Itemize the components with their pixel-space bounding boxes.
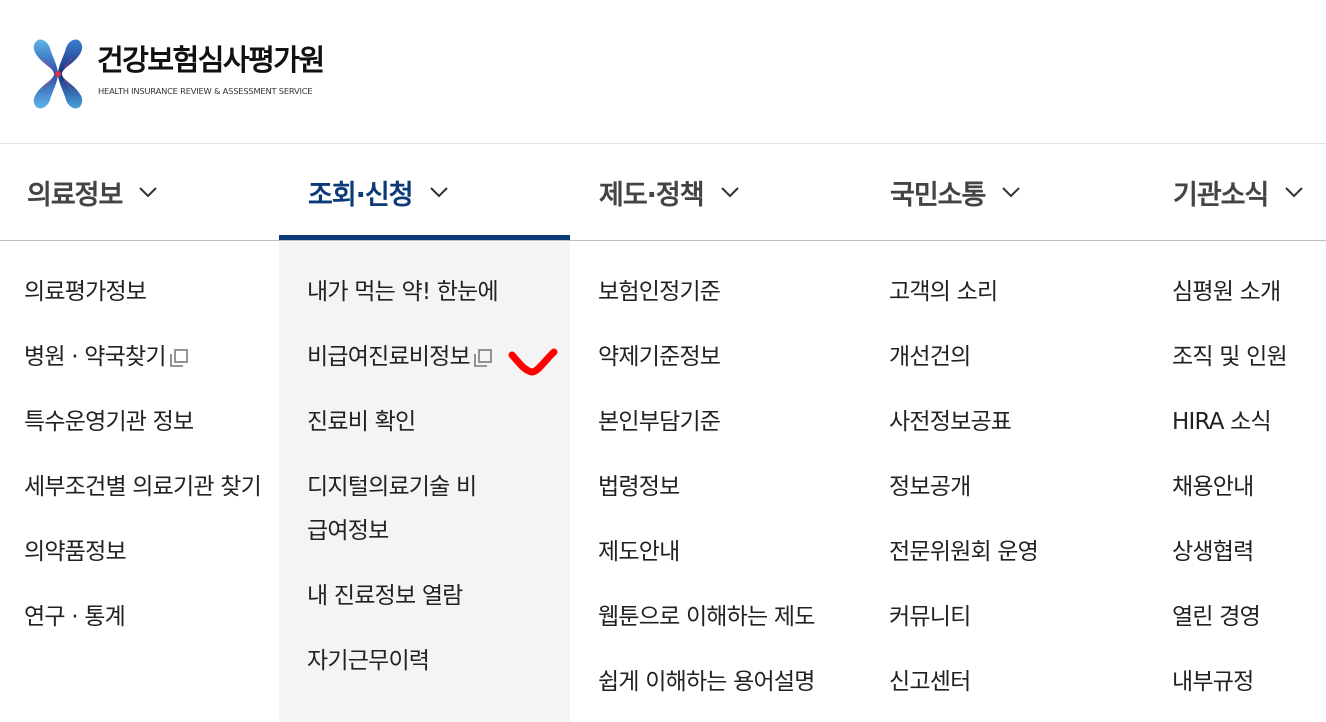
site-header: 건강보험심사평가원 HEALTH INSURANCE REVIEW & ASSE… [0,0,1326,144]
submenu-item-label: 연구 · 통계 [24,604,126,630]
submenu-item[interactable]: 본인부담기준 [598,400,868,444]
nav-menu-label: 제도·정책 [599,179,705,211]
submenu-item[interactable]: 내가 먹는 약! 한눈에 [307,270,557,314]
submenu-item[interactable]: 전문위원회 운영 [889,530,1149,574]
submenu-item-label: 약제기준정보 [598,344,721,370]
submenu-item-label: 웹툰으로 이해하는 제도 [598,604,815,630]
submenu-item[interactable]: 보험인정기준 [598,270,868,314]
submenu-item[interactable]: 특수운영기관 정보 [24,400,264,444]
submenu-item[interactable]: 상생협력 [1172,530,1322,574]
submenu-item-label: 상생협력 [1172,539,1254,565]
submenu-item-label: 전문위원회 운영 [889,539,1039,565]
nav-menu-medical-info[interactable]: 의료정보 [27,144,158,240]
submenu-item[interactable]: 법령정보 [598,465,868,509]
submenu-item-label: 병원 · 약국찾기 [24,344,167,370]
submenu-item[interactable]: 쉽게 이해하는 용어설명 [598,660,868,704]
submenu-item[interactable]: 고객의 소리 [889,270,1149,314]
submenu-item[interactable]: 웹툰으로 이해하는 제도 [598,595,868,639]
nav-menu-policy[interactable]: 제도·정책 [599,144,740,240]
submenu-item-label: 사전정보공표 [889,409,1012,435]
submenu-item[interactable]: 커뮤니티 [889,595,1149,639]
submenu-item-label: 진료비 확인 [307,409,416,435]
main-navigation: 의료정보 조회·신청 제도·정책 국민소통 기관소식 [0,144,1326,241]
submenu-item[interactable]: 조직 및 인원 [1172,335,1322,379]
chevron-down-icon [1285,187,1304,198]
chevron-down-icon [139,187,158,198]
submenu-item-label: 쉽게 이해하는 용어설명 [598,669,815,695]
nav-menu-news[interactable]: 기관소식 [1173,144,1304,240]
active-menu-indicator [279,235,570,240]
submenu-column-policy: 보험인정기준 약제기준정보 본인부담기준 법령정보 제도안내 웹툰으로 이해하는… [598,270,868,704]
submenu-item-label: 의료평가정보 [24,279,147,305]
submenu-item-label: 자기근무이력 [307,648,430,674]
submenu-item[interactable]: 열린 경영 [1172,595,1322,639]
submenu-item[interactable]: 병원 · 약국찾기 [24,335,264,379]
nav-menu-label: 조회·신청 [308,179,414,211]
nav-menu-communication[interactable]: 국민소통 [890,144,1021,240]
submenu-item-label: 디지털의료기술 비급여정보 [307,474,477,544]
submenu-item-label: 개선건의 [889,344,971,370]
submenu-item-label: 본인부담기준 [598,409,721,435]
submenu-item[interactable]: 세부조건별 의료기관 찾기 [24,465,264,509]
submenu-item[interactable]: 자기근무이력 [307,639,557,683]
submenu-item[interactable]: 사전정보공표 [889,400,1149,444]
external-window-icon [169,349,188,367]
submenu-column-medical-info: 의료평가정보 병원 · 약국찾기 특수운영기관 정보 세부조건별 의료기관 찾기… [24,270,264,639]
submenu-item-label: 내가 먹는 약! 한눈에 [307,279,499,305]
brand-subtitle: HEALTH INSURANCE REVIEW & ASSESSMENT SER… [98,86,313,96]
submenu-item[interactable]: 연구 · 통계 [24,595,264,639]
submenu-item-label: 정보공개 [889,474,971,500]
chevron-down-icon [720,187,739,198]
submenu-item[interactable]: 채용안내 [1172,465,1322,509]
submenu-item[interactable]: 약제기준정보 [598,335,868,379]
red-check-mark-icon [508,348,558,376]
submenu-item[interactable]: HIRA 소식 [1172,400,1322,444]
submenu-item-label: 보험인정기준 [598,279,721,305]
submenu-item-label: 채용안내 [1172,474,1254,500]
nav-menu-inquiry[interactable]: 조회·신청 [308,144,449,240]
submenu-item[interactable]: 개선건의 [889,335,1149,379]
submenu-item[interactable]: 제도안내 [598,530,868,574]
submenu-item-label: HIRA 소식 [1172,409,1272,435]
submenu-item-label: 의약품정보 [24,539,127,565]
external-window-icon [473,349,492,367]
submenu-item-label: 제도안내 [598,539,680,565]
nav-menu-label: 의료정보 [27,179,123,211]
submenu-item[interactable]: 심평원 소개 [1172,270,1322,314]
submenu-item-label: 세부조건별 의료기관 찾기 [24,474,262,500]
chevron-down-icon [1002,187,1021,198]
submenu-item-label: 조직 및 인원 [1172,344,1288,370]
brand-name[interactable]: 건강보험심사평가원 [97,46,325,75]
submenu-item[interactable]: 신고센터 [889,660,1149,704]
submenu-item[interactable]: 의약품정보 [24,530,264,574]
submenu-item-label: 고객의 소리 [889,279,998,305]
submenu-item-label: 내 진료정보 열람 [307,583,463,609]
submenu-item-label: 심평원 소개 [1172,279,1281,305]
submenu-item-label: 비급여진료비정보 [307,344,471,370]
nav-menu-label: 국민소통 [890,179,986,211]
submenu-item-label: 커뮤니티 [889,604,971,630]
submenu-item[interactable]: 진료비 확인 [307,400,557,444]
submenu-item[interactable]: 내 진료정보 열람 [307,574,557,618]
submenu-item[interactable]: 정보공개 [889,465,1149,509]
submenu-item-label: 열린 경영 [1172,604,1261,630]
nav-menu-label: 기관소식 [1173,179,1269,211]
submenu-item-label: 신고센터 [889,669,971,695]
hira-logo-icon[interactable] [32,38,84,110]
submenu-column-inquiry: 내가 먹는 약! 한눈에 비급여진료비정보 진료비 확인 디지털의료기술 비급여… [307,270,557,683]
submenu-column-news: 심평원 소개 조직 및 인원 HIRA 소식 채용안내 상생협력 열린 경영 내… [1172,270,1322,704]
submenu-item[interactable]: 디지털의료기술 비급여정보 [307,465,477,553]
submenu-item-label: 법령정보 [598,474,680,500]
submenu-item[interactable]: 내부규정 [1172,660,1322,704]
submenu-item-label: 내부규정 [1172,669,1254,695]
submenu-item-label: 특수운영기관 정보 [24,409,194,435]
submenu-column-communication: 고객의 소리 개선건의 사전정보공표 정보공개 전문위원회 운영 커뮤니티 신고… [889,270,1149,704]
submenu-item[interactable]: 의료평가정보 [24,270,264,314]
chevron-down-icon [429,187,448,198]
